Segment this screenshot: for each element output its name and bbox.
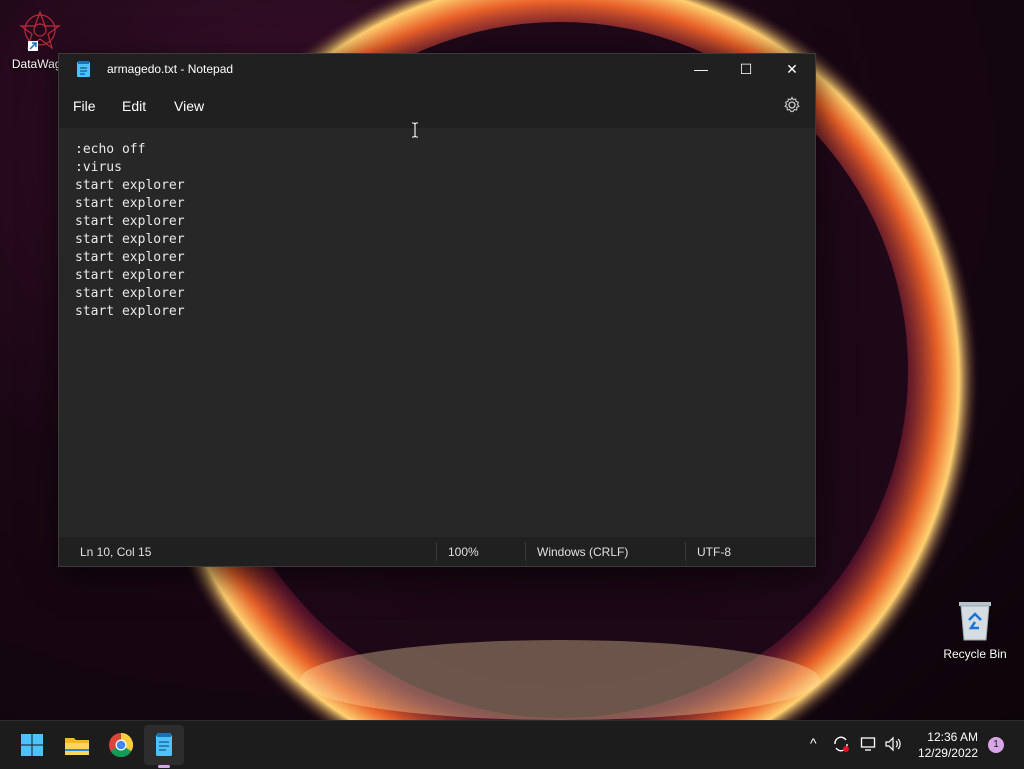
editor-line: start explorer xyxy=(75,286,185,301)
editor-line: start explorer xyxy=(75,268,185,283)
menu-edit[interactable]: Edit xyxy=(122,98,146,114)
text-cursor-icon xyxy=(412,122,418,138)
menu-file[interactable]: File xyxy=(73,98,96,114)
clock-date: 12/29/2022 xyxy=(917,746,978,760)
show-hidden-icons-chevron-icon[interactable]: ^ xyxy=(810,735,817,751)
editor-line: start explorer xyxy=(75,232,185,247)
text-editor[interactable]: :echo off :virus start explorer start ex… xyxy=(59,128,815,537)
clock[interactable]: 12:36 AM 12/29/2022 xyxy=(918,729,978,761)
menu-view[interactable]: View xyxy=(174,98,204,114)
zoom-level: 100% xyxy=(448,545,479,559)
status-divider xyxy=(685,542,686,561)
title-bar[interactable]: armagedo.txt - Notepad — ☐ ✕ xyxy=(59,54,815,84)
editor-line: start explorer xyxy=(75,304,185,319)
recycle-bin-icon xyxy=(959,602,991,641)
minimize-button[interactable]: — xyxy=(678,54,724,84)
close-button[interactable]: ✕ xyxy=(769,54,815,84)
status-bar: Ln 10, Col 15 100% Windows (CRLF) UTF-8 xyxy=(59,537,815,566)
settings-gear-icon[interactable] xyxy=(783,96,801,114)
file-explorer-icon[interactable] xyxy=(61,729,93,761)
sync-icon[interactable] xyxy=(832,735,850,753)
notepad-window: armagedo.txt - Notepad — ☐ ✕ File Edit V… xyxy=(58,53,816,567)
desktop-recycle-bin[interactable]: Recycle Bin xyxy=(935,598,1015,661)
encoding: UTF-8 xyxy=(697,545,731,559)
notepad-taskbar-icon[interactable] xyxy=(148,729,180,761)
volume-icon[interactable] xyxy=(884,735,902,753)
editor-line: start explorer xyxy=(75,250,185,265)
desktop-icon-label: Recycle Bin xyxy=(943,647,1007,661)
window-title: armagedo.txt - Notepad xyxy=(107,62,234,76)
editor-line: start explorer xyxy=(75,196,185,211)
notification-badge[interactable]: 1 xyxy=(988,737,1004,753)
start-button-icon[interactable] xyxy=(16,729,48,761)
menu-bar: File Edit View xyxy=(59,84,815,128)
status-divider xyxy=(436,542,437,561)
datawago-icon xyxy=(19,10,61,51)
cursor-position: Ln 10, Col 15 xyxy=(80,545,152,559)
editor-line: start explorer xyxy=(75,178,185,193)
chrome-icon[interactable] xyxy=(105,729,137,761)
editor-line: start explorer xyxy=(75,214,185,229)
line-ending: Windows (CRLF) xyxy=(537,545,629,559)
editor-line: :echo off xyxy=(75,142,146,157)
editor-line: :virus xyxy=(75,160,122,175)
clock-time: 12:36 AM xyxy=(927,730,978,744)
notepad-icon xyxy=(77,61,90,77)
taskbar: ^ 12:36 AM 12/29/2022 1 xyxy=(0,720,1024,769)
network-icon[interactable] xyxy=(860,735,878,753)
status-divider xyxy=(525,542,526,561)
maximize-button[interactable]: ☐ xyxy=(723,54,769,84)
